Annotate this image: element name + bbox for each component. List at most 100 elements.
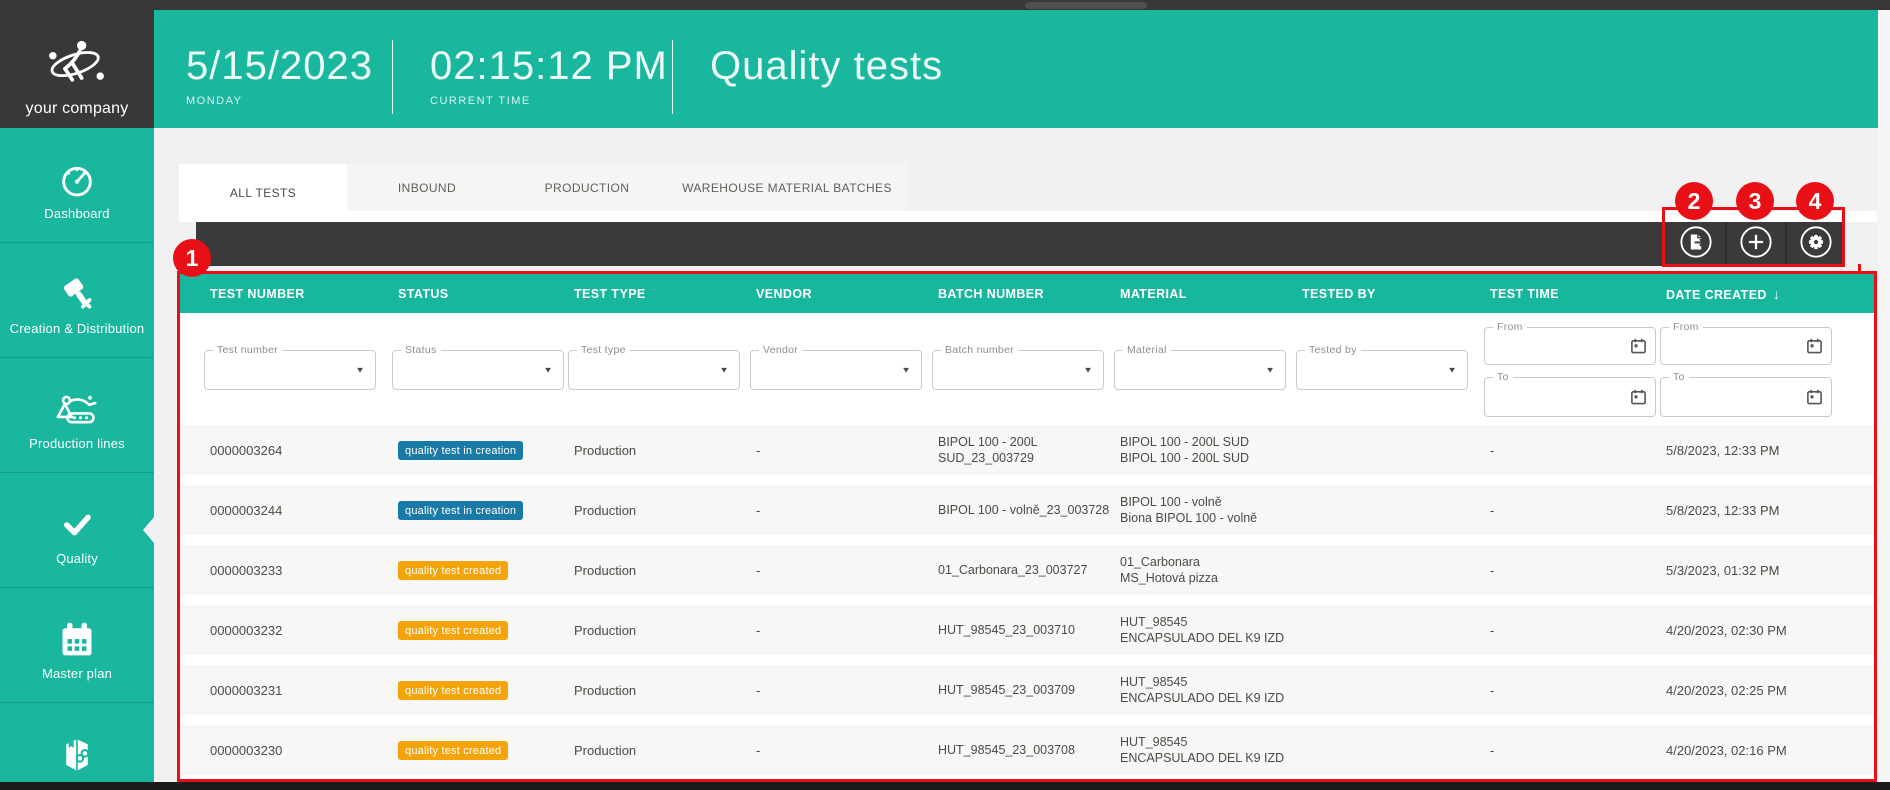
cell-status: quality test in creation (398, 440, 574, 460)
column-header-material[interactable]: MATERIAL (1120, 287, 1302, 301)
filter-batch-number-select[interactable]: Batch number ▼ (932, 344, 1104, 390)
filter-label: Test type (577, 344, 630, 356)
column-header-batch-number[interactable]: BATCH NUMBER (938, 287, 1120, 301)
active-item-notch (143, 517, 154, 543)
column-header-test-type[interactable]: TEST TYPE (574, 287, 756, 301)
column-header-test-number[interactable]: TEST NUMBER (210, 287, 398, 301)
annotation-circle-4: 4 (1796, 182, 1834, 220)
filter-test-number-select[interactable]: Test number ▼ (204, 344, 376, 390)
cell-test-type: Production (574, 682, 637, 698)
cell-test-time: - (1490, 682, 1495, 698)
cell-material: HUT_98545 ENCAPSULADO DEL K9 IZD (1120, 735, 1285, 765)
app-header: 5/15/2023 MONDAY 02:15:12 PM CURRENT TIM… (154, 10, 1878, 128)
cell-status: quality test created (398, 680, 574, 700)
cell-test-number: 0000003231 (210, 682, 283, 698)
filter-cell-tested-by: Tested by ▼ (1296, 313, 1490, 390)
table-row[interactable]: 0000003232 quality test created Production… (180, 605, 1874, 655)
column-header-label: TESTED BY (1302, 286, 1376, 301)
cell-test-time: - (1490, 742, 1495, 758)
status-badge: quality test created (398, 740, 509, 760)
column-header-label: TEST TYPE (574, 286, 646, 301)
filter-cell-status: Status ▼ (392, 313, 574, 390)
scroll-gutter (1878, 10, 1890, 782)
sidebar-item-dashboard[interactable]: Dashboard (0, 128, 154, 243)
cell-status: quality test in creation (398, 500, 574, 520)
sidebar-item-traceability[interactable]: Traceability (0, 703, 154, 790)
cell-test-time: - (1490, 622, 1495, 638)
check-icon (0, 503, 154, 547)
filter-test-time-to-input[interactable]: To (1484, 371, 1656, 417)
column-header-status[interactable]: STATUS (398, 287, 574, 301)
column-header-label: TEST NUMBER (210, 286, 305, 301)
table-toolbar (196, 222, 1845, 266)
column-header-label: DATE CREATED (1666, 287, 1767, 302)
tab-warehouse-material-batches[interactable]: WAREHOUSE MATERIAL BATCHES (667, 164, 907, 211)
filter-date-created-to-input[interactable]: To (1660, 371, 1832, 417)
cell-test-number: 0000003244 (210, 502, 283, 518)
cell-vendor: - (756, 442, 761, 458)
filter-label: From (1669, 321, 1703, 333)
box-link-icon (0, 733, 154, 777)
sidebar-item-label: Dashboard (44, 206, 110, 221)
cell-vendor: - (756, 742, 761, 758)
calendar-icon (0, 618, 154, 662)
column-header-test-time[interactable]: TEST TIME (1490, 287, 1666, 301)
filter-cell-test-type: Test type ▼ (568, 313, 756, 390)
cell-vendor: - (756, 562, 761, 578)
column-header-label: BATCH NUMBER (938, 286, 1044, 301)
column-header-label: VENDOR (756, 286, 812, 301)
sidebar-item-master-plan[interactable]: Master plan (0, 588, 154, 703)
filter-status-select[interactable]: Status ▼ (392, 344, 564, 390)
column-header-vendor[interactable]: VENDOR (756, 287, 938, 301)
cell-test-type: Production (574, 562, 637, 578)
company-logo-icon (44, 39, 110, 96)
table-row[interactable]: 0000003231 quality test created Production… (180, 665, 1874, 715)
filter-label: Material (1123, 344, 1171, 356)
cell-date-created: 5/3/2023, 01:32 PM (1666, 562, 1780, 578)
filter-test-time-from-input[interactable]: From (1484, 321, 1656, 365)
cell-batch-number: HUT_98545_23_003708 (938, 743, 1075, 757)
dropdown-arrow-icon: ▼ (1447, 366, 1457, 375)
cell-status: quality test created (398, 620, 574, 640)
tab-production[interactable]: PRODUCTION (507, 164, 667, 211)
sidebar-item-creation-distribution[interactable]: Creation & Distribution (0, 243, 154, 358)
cell-batch-number: BIPOL 100 - 200L SUD_23_003729 (938, 435, 1038, 465)
filter-material-select[interactable]: Material ▼ (1114, 344, 1286, 390)
cell-material: HUT_98545 ENCAPSULADO DEL K9 IZD (1120, 675, 1285, 705)
dropdown-arrow-icon: ▼ (543, 366, 553, 375)
table-row[interactable]: 0000003264 quality test in creation Produc… (180, 425, 1874, 475)
status-badge: quality test in creation (398, 440, 524, 460)
filter-test-type-select[interactable]: Test type ▼ (568, 344, 740, 390)
top-scrollbar-thumb (1025, 2, 1147, 9)
filter-vendor-select[interactable]: Vendor ▼ (750, 344, 922, 390)
annotation-connector (1858, 264, 1861, 274)
cell-test-time: - (1490, 442, 1495, 458)
header-divider (672, 40, 673, 114)
cell-material: BIPOL 100 - 200L SUD BIPOL 100 - 200L SUD (1120, 435, 1250, 465)
table-row[interactable]: 0000003233 quality test created Production… (180, 545, 1874, 595)
cell-batch-number: BIPOL 100 - volně_23_003728 (938, 503, 1110, 517)
cell-material: 01_Carbonara MS_Hotová pizza (1120, 555, 1218, 585)
filter-tested-by-select[interactable]: Tested by ▼ (1296, 344, 1468, 390)
sidebar-item-label: Creation & Distribution (9, 321, 145, 336)
cell-batch-number: HUT_98545_23_003710 (938, 623, 1075, 637)
cell-material: HUT_98545 ENCAPSULADO DEL K9 IZD (1120, 615, 1285, 645)
bottom-chrome-strip (0, 782, 1890, 790)
annotation-circle-3: 3 (1736, 182, 1774, 220)
conveyor-icon (0, 388, 154, 432)
table-row[interactable]: 0000003244 quality test in creation Produc… (180, 485, 1874, 535)
filter-label: To (1493, 371, 1513, 383)
calendar-small-icon (1806, 338, 1823, 355)
cell-test-time: - (1490, 502, 1495, 518)
column-header-date-created[interactable]: DATE CREATED ↓ (1666, 286, 1874, 302)
column-header-tested-by[interactable]: TESTED BY (1302, 287, 1490, 301)
filter-date-created-from-input[interactable]: From (1660, 321, 1832, 365)
column-header-label: MATERIAL (1120, 286, 1187, 301)
filter-label: Batch number (941, 344, 1018, 356)
table-row[interactable]: 0000003230 quality test created Production… (180, 725, 1874, 775)
tab-inbound[interactable]: INBOUND (347, 164, 507, 211)
sidebar-item-quality[interactable]: Quality (0, 473, 154, 588)
status-badge: quality test created (398, 680, 509, 700)
sidebar-item-production-lines[interactable]: Production lines (0, 358, 154, 473)
cell-test-number: 0000003230 (210, 742, 283, 758)
